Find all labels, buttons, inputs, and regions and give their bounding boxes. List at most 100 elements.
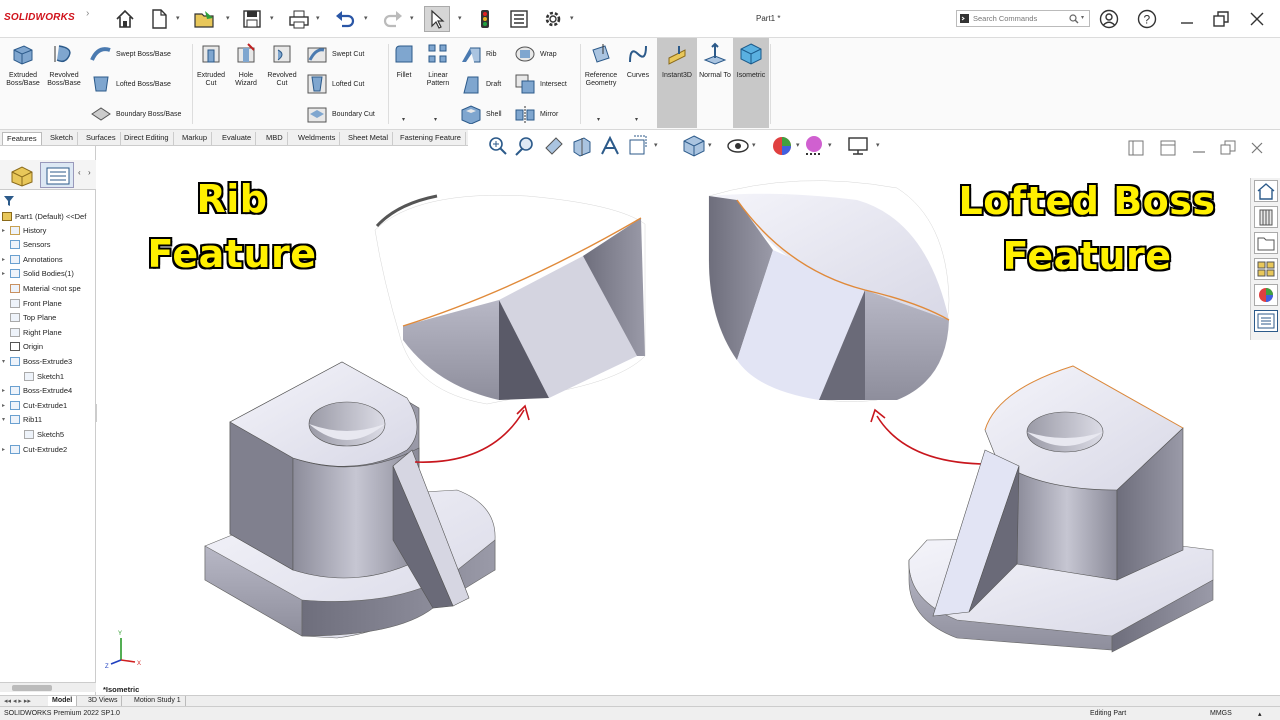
property-manager-tab-icon[interactable]	[40, 162, 74, 188]
tree-expand-toggle[interactable]: ▾	[2, 416, 10, 423]
view-orientation-icon[interactable]	[626, 134, 650, 160]
graphics-area[interactable]: Rib Feature Lofted Boss Feature Y X Z *I…	[97, 160, 1249, 696]
print-icon[interactable]	[286, 6, 312, 32]
linear-pattern-dropdown-arrow[interactable]: ▾	[434, 116, 437, 123]
tree-item-sketch1[interactable]: Sketch1	[16, 370, 64, 382]
tree-item-cut-extrude1[interactable]: ▸ Cut-Extrude1	[2, 399, 67, 411]
tab-direct-editing[interactable]: Direct Editing	[120, 132, 174, 145]
extruded-cut-button[interactable]: Extruded Cut	[194, 42, 228, 88]
view-palette-icon[interactable]	[1254, 258, 1278, 280]
undo-icon[interactable]	[332, 6, 358, 32]
tree-item-top-plane[interactable]: Top Plane	[2, 312, 56, 324]
tab-weldments[interactable]: Weldments	[294, 132, 341, 145]
tab-features[interactable]: Features	[2, 132, 42, 145]
tab-evaluate[interactable]: Evaluate	[218, 132, 257, 145]
rib-part-model[interactable]	[204, 361, 496, 639]
tree-expand-toggle[interactable]: ▸	[2, 227, 10, 234]
display-style-icon[interactable]	[682, 134, 706, 160]
swept-cut-button[interactable]: Swept Cut	[306, 44, 364, 64]
previous-view-icon[interactable]	[542, 134, 566, 160]
tree-expand-toggle[interactable]: ▾	[2, 358, 10, 365]
rib-button[interactable]: Rib	[460, 44, 497, 64]
viewport-close-icon[interactable]	[1250, 140, 1264, 158]
help-icon[interactable]: ?	[1136, 8, 1158, 30]
tree-expand-toggle[interactable]: ▸	[2, 270, 10, 277]
open-dropdown-arrow[interactable]: ▾	[226, 14, 230, 22]
viewport-tile-icon[interactable]	[1128, 140, 1144, 158]
fillet-dropdown-arrow[interactable]: ▾	[402, 116, 405, 123]
tree-item-cut-extrude2[interactable]: ▸ Cut-Extrude2	[2, 443, 67, 455]
apply-scene-icon[interactable]	[802, 134, 826, 160]
design-library-icon[interactable]	[1254, 206, 1278, 228]
tree-expand-toggle[interactable]: ▸	[2, 402, 10, 409]
boundary-cut-button[interactable]: Boundary Cut	[306, 104, 375, 124]
tree-item-origin[interactable]: Origin	[2, 341, 43, 353]
tree-item-material-not-spe[interactable]: Material <not spe	[2, 282, 81, 294]
dynamic-annotation-icon[interactable]	[598, 134, 622, 160]
instant3d-button[interactable]: Instant3D	[657, 38, 697, 128]
reference-geometry-dropdown-arrow[interactable]: ▾	[597, 116, 600, 123]
tab-sketch[interactable]: Sketch	[46, 132, 78, 145]
lofted-cut-button[interactable]: Lofted Cut	[306, 73, 364, 95]
tab-markup[interactable]: Markup	[178, 132, 213, 145]
file-explorer-icon[interactable]	[1254, 232, 1278, 254]
tree-item-sensors[interactable]: Sensors	[2, 239, 51, 251]
wrap-button[interactable]: Wrap	[514, 44, 557, 64]
fillet-button[interactable]: Fillet	[390, 42, 418, 80]
file-properties-icon[interactable]	[506, 6, 532, 32]
tree-item-boss-extrude4[interactable]: ▸ Boss-Extrude4	[2, 385, 72, 397]
scrollbar-thumb[interactable]	[12, 685, 52, 691]
menu-expand-arrow[interactable]: ›	[86, 8, 89, 19]
viewport-split-icon[interactable]	[1160, 140, 1176, 158]
tree-item-right-plane[interactable]: Right Plane	[2, 326, 62, 338]
search-commands-box[interactable]: Search Commands ▾	[956, 10, 1090, 27]
appearances-scenes-icon[interactable]	[1254, 284, 1278, 306]
lofted-boss-button[interactable]: Lofted Boss/Base	[90, 73, 171, 95]
tab-sheet-metal[interactable]: Sheet Metal	[344, 132, 394, 145]
new-dropdown-arrow[interactable]: ▾	[176, 14, 180, 22]
tree-root-part[interactable]: Part1 (Default) <<Def	[2, 210, 86, 222]
solidworks-logo[interactable]: SOLIDWORKS	[4, 12, 75, 23]
feature-manager-tab-icon[interactable]	[6, 162, 36, 188]
revolved-boss-button[interactable]: Revolved Boss/Base	[44, 42, 84, 88]
save-dropdown-arrow[interactable]: ▾	[270, 14, 274, 22]
tree-item-history[interactable]: ▸ History	[2, 224, 46, 236]
hide-show-items-icon[interactable]	[726, 134, 750, 160]
rebuild-traffic-light-icon[interactable]	[472, 6, 498, 32]
intersect-button[interactable]: Intersect	[514, 73, 567, 95]
tab-nav-icons[interactable]: ◂◂ ◂ ▸ ▸▸	[4, 697, 31, 705]
filter-icon[interactable]	[4, 196, 14, 208]
extruded-boss-button[interactable]: Extruded Boss/Base	[4, 42, 42, 88]
boundary-boss-button[interactable]: Boundary Boss/Base	[90, 104, 181, 124]
search-dropdown-arrow[interactable]: ▾	[1081, 14, 1084, 21]
tree-expand-toggle[interactable]: ▸	[2, 387, 10, 394]
view-settings-monitor-icon[interactable]	[846, 134, 870, 160]
view-settings-dropdown-arrow[interactable]: ▾	[876, 141, 880, 149]
tree-item-boss-extrude3[interactable]: ▾ Boss-Extrude3	[2, 355, 72, 367]
tree-expand-toggle[interactable]: ▸	[2, 256, 10, 263]
zoom-to-area-icon[interactable]	[514, 134, 538, 160]
normal-to-button[interactable]: Normal To	[699, 42, 731, 80]
options-dropdown-arrow[interactable]: ▾	[570, 14, 574, 22]
appearance-dropdown-arrow[interactable]: ▾	[796, 141, 800, 149]
tree-item-sketch5[interactable]: Sketch5	[16, 428, 64, 440]
display-style-dropdown-arrow[interactable]: ▾	[708, 141, 712, 149]
options-gear-icon[interactable]	[540, 6, 566, 32]
tab-fastening-feature[interactable]: Fastening Feature	[396, 132, 466, 145]
home-icon[interactable]	[112, 6, 138, 32]
tree-horizontal-scrollbar[interactable]	[0, 682, 96, 692]
search-input[interactable]: Search Commands	[973, 14, 1037, 23]
curves-dropdown-arrow[interactable]: ▾	[635, 116, 638, 123]
open-folder-icon[interactable]	[192, 6, 218, 32]
print-dropdown-arrow[interactable]: ▾	[316, 14, 320, 22]
new-document-icon[interactable]	[146, 6, 172, 32]
redo-dropdown-arrow[interactable]: ▾	[410, 14, 414, 22]
tab-surfaces[interactable]: Surfaces	[82, 132, 121, 145]
custom-properties-icon[interactable]	[1254, 310, 1278, 332]
tree-expand-toggle[interactable]: ▸	[2, 446, 10, 453]
draft-button[interactable]: Draft	[460, 73, 501, 95]
shell-button[interactable]: Shell	[460, 104, 502, 124]
hole-wizard-button[interactable]: Hole Wizard	[230, 42, 262, 88]
tree-item-annotations[interactable]: ▸ Annotations	[2, 253, 63, 265]
section-view-icon[interactable]	[570, 134, 594, 160]
